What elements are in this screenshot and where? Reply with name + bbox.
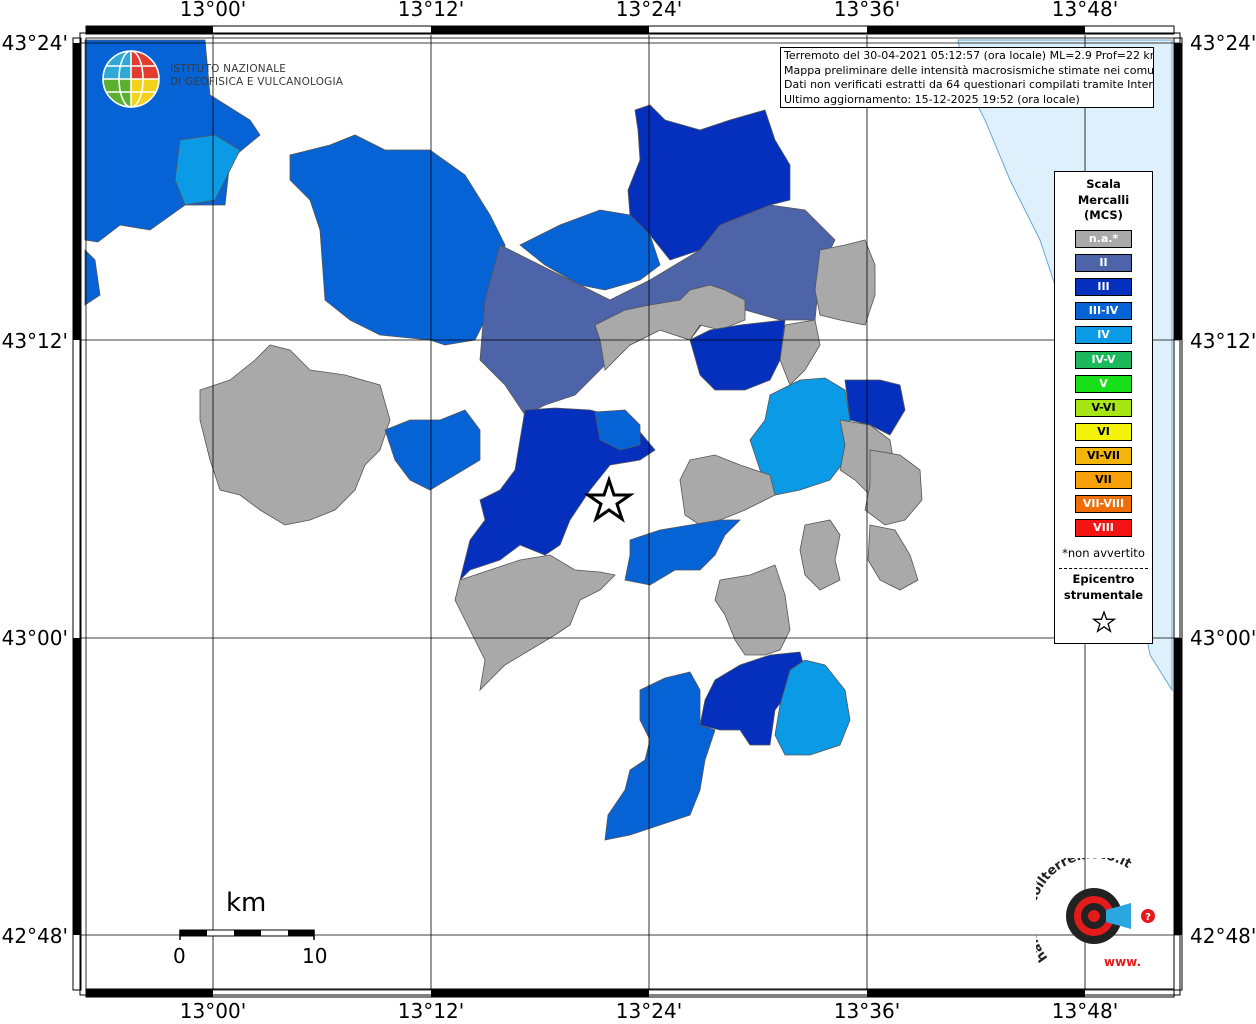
municipality-cs-iii-iv (624, 519, 741, 586)
axis-top: 13°00' 13°12' 13°24' 13°36' 13°48' (180, 0, 1118, 21)
legend-epicenter-line-1: Epicentro (1072, 572, 1135, 586)
legend-swatch: VIII (1075, 519, 1132, 538)
legend-swatch: IV (1075, 326, 1132, 345)
tick-bottom-2: 13°12' (398, 999, 464, 1023)
scale-bar (179, 929, 315, 940)
legend-title: Scala Mercalli (MCS) (1055, 177, 1152, 224)
hst-logo: haisentitoilterremoto.it ? www. (1023, 847, 1166, 978)
tick-top-5: 13°48' (1052, 0, 1118, 21)
hst-www: www. (1104, 955, 1141, 969)
legend-swatch: VI (1075, 422, 1132, 441)
event-info-line-3: Dati non verificati estratti da 64 quest… (784, 78, 1154, 92)
tick-top-4: 13°36' (834, 0, 900, 21)
epicenter-star-icon (583, 475, 635, 523)
scale-unit: km (226, 888, 267, 918)
municipality-gray-small (799, 519, 841, 591)
svg-text:?: ? (1145, 912, 1151, 923)
legend-swatch: III-IV (1075, 302, 1132, 321)
municipality-nw-edge (84, 249, 101, 306)
legend-separator (1059, 568, 1148, 569)
legend-epicenter: Epicentro strumentale (1055, 572, 1152, 603)
legend-swatch: V-VI (1075, 398, 1132, 417)
legend-swatch: IV-V (1075, 350, 1132, 369)
event-info-line-4: Ultimo aggiornamento: 15-12-2025 19:52 (… (784, 92, 1080, 106)
municipality-gray-sc (714, 564, 791, 656)
municipality-north-large (289, 134, 506, 346)
municipality-east-iii (689, 319, 786, 391)
ingv-line-2: DI GEOFISICA E VULCANOLOGIA (170, 75, 344, 88)
legend-swatch: VII-VIII (1075, 495, 1132, 514)
municipality-gray-e5 (867, 524, 919, 591)
tick-right-4: 42°48' (1190, 924, 1256, 948)
tick-top-2: 13°12' (398, 0, 464, 21)
tick-right-1: 43°24' (1190, 31, 1256, 55)
legend-title-line-1: Scala (1086, 177, 1121, 191)
scale-min: 0 (173, 944, 186, 968)
event-info-line-2: Mappa preliminare delle intensità macros… (784, 63, 1154, 77)
legend-swatch: V (1075, 374, 1132, 393)
municipality-south-iii-iv (604, 671, 716, 841)
tick-top-1: 13°00' (180, 0, 246, 21)
legend-epicenter-line-2: strumentale (1063, 587, 1144, 602)
municipality-gray-east (814, 239, 876, 326)
municipality-gray-e2 (779, 319, 821, 386)
legend-star-icon (1092, 610, 1116, 633)
mcs-legend: Scala Mercalli (MCS) n.a.* II III III-IV IV I… (1054, 171, 1153, 644)
tick-left-4: 42°48' (2, 924, 68, 948)
legend-swatch: II (1075, 254, 1132, 273)
legend-title-line-3: (MCS) (1084, 208, 1123, 222)
tick-left-1: 43°24' (2, 31, 68, 55)
ingv-globe-icon (102, 50, 160, 108)
municipality-gray-e4 (864, 449, 923, 526)
tick-left-2: 43°12' (2, 329, 68, 353)
event-info-box: Terremoto del 30-04-2021 05:12:57 (ora l… (780, 47, 1154, 108)
axis-right: 43°24' 43°12' 43°00' 42°48' (1190, 31, 1256, 948)
legend-title-line-2: Mercalli (1077, 192, 1130, 207)
hst-target-icon: haisentitoilterremoto.it ? www. (1023, 847, 1155, 969)
legend-swatch: VII (1075, 471, 1132, 489)
ingv-line-1: ISTITUTO NAZIONALE (170, 63, 287, 75)
municipalities (84, 39, 923, 841)
municipality-west-iii-iv (384, 409, 481, 491)
tick-top-3: 13°24' (616, 0, 682, 21)
ingv-name: ISTITUTO NAZIONALE DI GEOFISICA E VULCAN… (170, 63, 343, 88)
tick-right-2: 43°12' (1190, 329, 1256, 353)
tick-right-3: 43°00' (1190, 626, 1256, 650)
legend-swatch: n.a.* (1075, 230, 1132, 248)
legend-swatch: VI-VII (1075, 446, 1132, 465)
legend-swatch: III (1075, 278, 1132, 297)
tick-bottom-1: 13°00' (180, 999, 246, 1023)
tick-bottom-3: 13°24' (616, 999, 682, 1023)
municipality-nw-iv (174, 134, 241, 206)
municipality-gray-sw (454, 554, 616, 692)
tick-left-3: 43°00' (2, 626, 68, 650)
legend-note: *non avvertito (1062, 546, 1145, 560)
tick-bottom-5: 13°48' (1052, 999, 1118, 1023)
tick-bottom-4: 13°36' (834, 999, 900, 1023)
scale-max: 10 (302, 944, 328, 968)
axis-left: 43°24' 43°12' 43°00' 42°48' (2, 31, 68, 948)
event-info-line-1: Terremoto del 30-04-2021 05:12:57 (ora l… (784, 49, 1154, 62)
municipality-gray-west (199, 344, 391, 526)
axis-bottom: 13°00' 13°12' 13°24' 13°36' 13°48' (180, 999, 1118, 1023)
